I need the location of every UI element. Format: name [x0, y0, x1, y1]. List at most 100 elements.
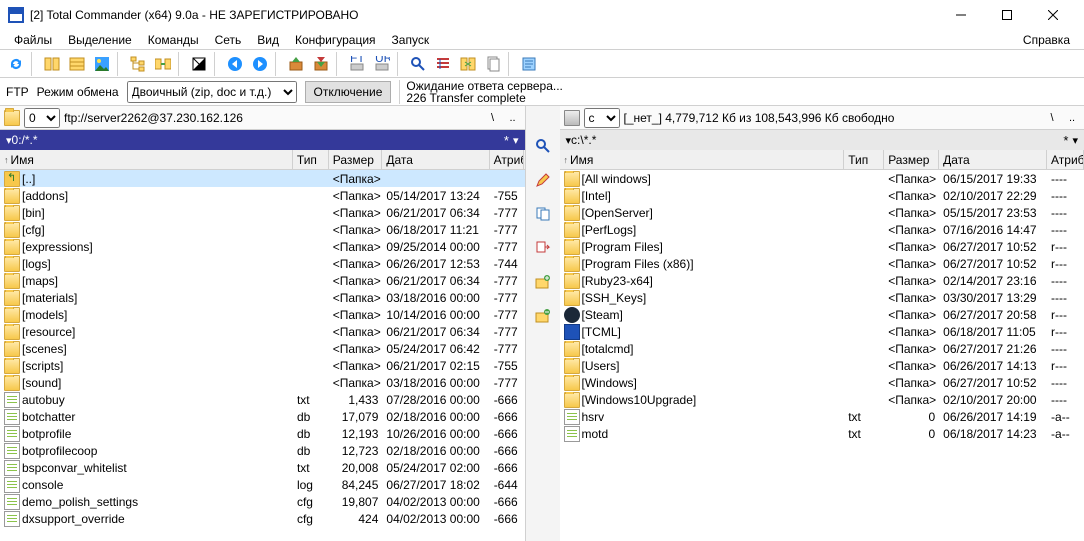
right-col-size[interactable]: Размер	[884, 150, 939, 169]
file-row[interactable]: [Steam]<Папка>06/27/2017 20:58r---	[560, 306, 1084, 323]
syncdirs-icon[interactable]	[456, 52, 480, 76]
refresh-icon[interactable]	[4, 52, 28, 76]
file-row[interactable]: [scenes]<Папка>05/24/2017 06:42-777	[0, 340, 525, 357]
file-row[interactable]: [PerfLogs]<Папка>07/16/2016 14:47----	[560, 221, 1084, 238]
menu-start[interactable]: Запуск	[384, 31, 438, 49]
file-row[interactable]: [materials]<Папка>03/18/2016 00:00-777	[0, 289, 525, 306]
file-row[interactable]: hsrvtxt006/26/2017 14:19-a--	[560, 408, 1084, 425]
file-row[interactable]: dxsupport_overridecfg42404/02/2013 00:00…	[0, 510, 525, 527]
copy-icon[interactable]	[531, 202, 555, 226]
left-address-input[interactable]	[64, 108, 481, 128]
view-thumbs-icon[interactable]	[90, 52, 114, 76]
file-row[interactable]: [scripts]<Папка>06/21/2017 02:15-755	[0, 357, 525, 374]
left-filelist[interactable]: [..]<Папка>[addons]<Папка>05/14/2017 13:…	[0, 170, 525, 541]
file-name: [..]	[22, 172, 35, 186]
file-row[interactable]: motdtxt006/18/2017 14:23-a--	[560, 425, 1084, 442]
search-icon[interactable]	[406, 52, 430, 76]
left-col-date[interactable]: Дата	[382, 150, 489, 169]
viewer-icon[interactable]	[531, 134, 555, 158]
notepad-icon[interactable]	[517, 52, 541, 76]
file-row[interactable]: botprofiledb12,19310/26/2016 00:00-666	[0, 425, 525, 442]
file-row[interactable]: [OpenServer]<Папка>05/15/2017 23:53----	[560, 204, 1084, 221]
file-row[interactable]: [expressions]<Папка>09/25/2014 00:00-777	[0, 238, 525, 255]
close-button[interactable]	[1030, 0, 1076, 30]
file-row[interactable]: [addons]<Папка>05/14/2017 13:24-755	[0, 187, 525, 204]
invert-icon[interactable]	[187, 52, 211, 76]
menu-view[interactable]: Вид	[249, 31, 287, 49]
view-brief-icon[interactable]	[40, 52, 64, 76]
minimize-button[interactable]	[938, 0, 984, 30]
file-row[interactable]: [Program Files]<Папка>06/27/2017 10:52r-…	[560, 238, 1084, 255]
left-col-size[interactable]: Размер	[329, 150, 383, 169]
right-history-button[interactable]: ▾	[1072, 134, 1078, 147]
right-col-ext[interactable]: Тип	[844, 150, 884, 169]
file-row[interactable]: [Windows10Upgrade]<Папка>02/10/2017 20:0…	[560, 391, 1084, 408]
delete-icon[interactable]	[531, 304, 555, 328]
menu-net[interactable]: Сеть	[207, 31, 250, 49]
right-fav-button[interactable]: *	[1059, 133, 1072, 148]
menu-config[interactable]: Конфигурация	[287, 31, 384, 49]
disconnect-button[interactable]: Отключение	[305, 81, 392, 103]
file-row[interactable]: [Ruby23-x64]<Папка>02/14/2017 23:16----	[560, 272, 1084, 289]
left-drive-select[interactable]: 0	[24, 108, 60, 128]
file-row[interactable]: [Program Files (x86)]<Папка>06/27/2017 1…	[560, 255, 1084, 272]
file-row[interactable]: [..]<Папка>	[0, 170, 525, 187]
right-col-name[interactable]: ↑Имя	[560, 150, 845, 169]
file-row[interactable]: [maps]<Папка>06/21/2017 06:34-777	[0, 272, 525, 289]
right-drive-select[interactable]: c	[584, 108, 620, 128]
file-row[interactable]: [TCML]<Папка>06/18/2017 11:05r---	[560, 323, 1084, 340]
edit-icon[interactable]	[531, 168, 555, 192]
sync-dirs-icon[interactable]	[151, 52, 175, 76]
file-row[interactable]: consolelog84,24506/27/2017 18:02-644	[0, 476, 525, 493]
tree-icon[interactable]	[126, 52, 150, 76]
right-col-attr[interactable]: Атрибу	[1047, 150, 1084, 169]
file-row[interactable]: [All windows]<Папка>06/15/2017 19:33----	[560, 170, 1084, 187]
file-row[interactable]: [sound]<Папка>03/18/2016 00:00-777	[0, 374, 525, 391]
file-row[interactable]: [SSH_Keys]<Папка>03/30/2017 13:29----	[560, 289, 1084, 306]
left-up-button[interactable]: ..	[505, 110, 521, 126]
left-root-button[interactable]: \	[485, 110, 501, 126]
file-row[interactable]: bspconvar_whitelisttxt20,00805/24/2017 0…	[0, 459, 525, 476]
forward-icon[interactable]	[248, 52, 272, 76]
copynames-icon[interactable]	[481, 52, 505, 76]
left-col-ext[interactable]: Тип	[293, 150, 329, 169]
file-row[interactable]: [Intel]<Папка>02/10/2017 22:29----	[560, 187, 1084, 204]
view-full-icon[interactable]	[65, 52, 89, 76]
left-col-name[interactable]: ↑Имя	[0, 150, 293, 169]
right-up-button[interactable]: ..	[1064, 110, 1080, 126]
file-row[interactable]: botchatterdb17,07902/18/2016 00:00-666	[0, 408, 525, 425]
file-row[interactable]: autobuytxt1,43307/28/2016 00:00-666	[0, 391, 525, 408]
file-row[interactable]: [bin]<Папка>06/21/2017 06:34-777	[0, 204, 525, 221]
menu-help[interactable]: Справка	[1015, 31, 1078, 49]
file-row[interactable]: [models]<Папка>10/14/2016 00:00-777	[0, 306, 525, 323]
url-icon[interactable]: URL	[370, 52, 394, 76]
right-filelist[interactable]: [All windows]<Папка>06/15/2017 19:33----…	[560, 170, 1084, 541]
left-pathbar[interactable]: ▾ 0:/*.* * ▾	[0, 130, 525, 150]
move-icon[interactable]	[531, 236, 555, 260]
ftp-icon[interactable]: FTP	[345, 52, 369, 76]
left-fav-button[interactable]: *	[500, 133, 513, 148]
file-row[interactable]: [logs]<Папка>06/26/2017 12:53-744	[0, 255, 525, 272]
maximize-button[interactable]	[984, 0, 1030, 30]
back-icon[interactable]	[223, 52, 247, 76]
menu-commands[interactable]: Команды	[140, 31, 207, 49]
file-row[interactable]: demo_polish_settingscfg19,80704/02/2013 …	[0, 493, 525, 510]
right-pathbar[interactable]: ▾ c:\*.* * ▾	[560, 130, 1084, 150]
file-row[interactable]: [Windows]<Папка>06/27/2017 10:52----	[560, 374, 1084, 391]
left-history-button[interactable]: ▾	[513, 134, 519, 147]
file-row[interactable]: [resource]<Папка>06/21/2017 06:34-777	[0, 323, 525, 340]
menu-select[interactable]: Выделение	[60, 31, 140, 49]
file-row[interactable]: [totalcmd]<Папка>06/27/2017 21:26----	[560, 340, 1084, 357]
right-col-date[interactable]: Дата	[939, 150, 1047, 169]
multirename-icon[interactable]	[431, 52, 455, 76]
right-root-button[interactable]: \	[1044, 110, 1060, 126]
file-row[interactable]: botprofilecoopdb12,72302/18/2016 00:00-6…	[0, 442, 525, 459]
pack-icon[interactable]	[284, 52, 308, 76]
left-col-attr[interactable]: Атрибу	[490, 150, 525, 169]
menu-files[interactable]: Файлы	[6, 31, 60, 49]
transfer-mode-select[interactable]: Двоичный (zip, doc и т.д.)	[127, 81, 297, 103]
unpack-icon[interactable]	[309, 52, 333, 76]
file-row[interactable]: [cfg]<Папка>06/18/2017 11:21-777	[0, 221, 525, 238]
newfolder-icon[interactable]	[531, 270, 555, 294]
file-row[interactable]: [Users]<Папка>06/26/2017 14:13r---	[560, 357, 1084, 374]
